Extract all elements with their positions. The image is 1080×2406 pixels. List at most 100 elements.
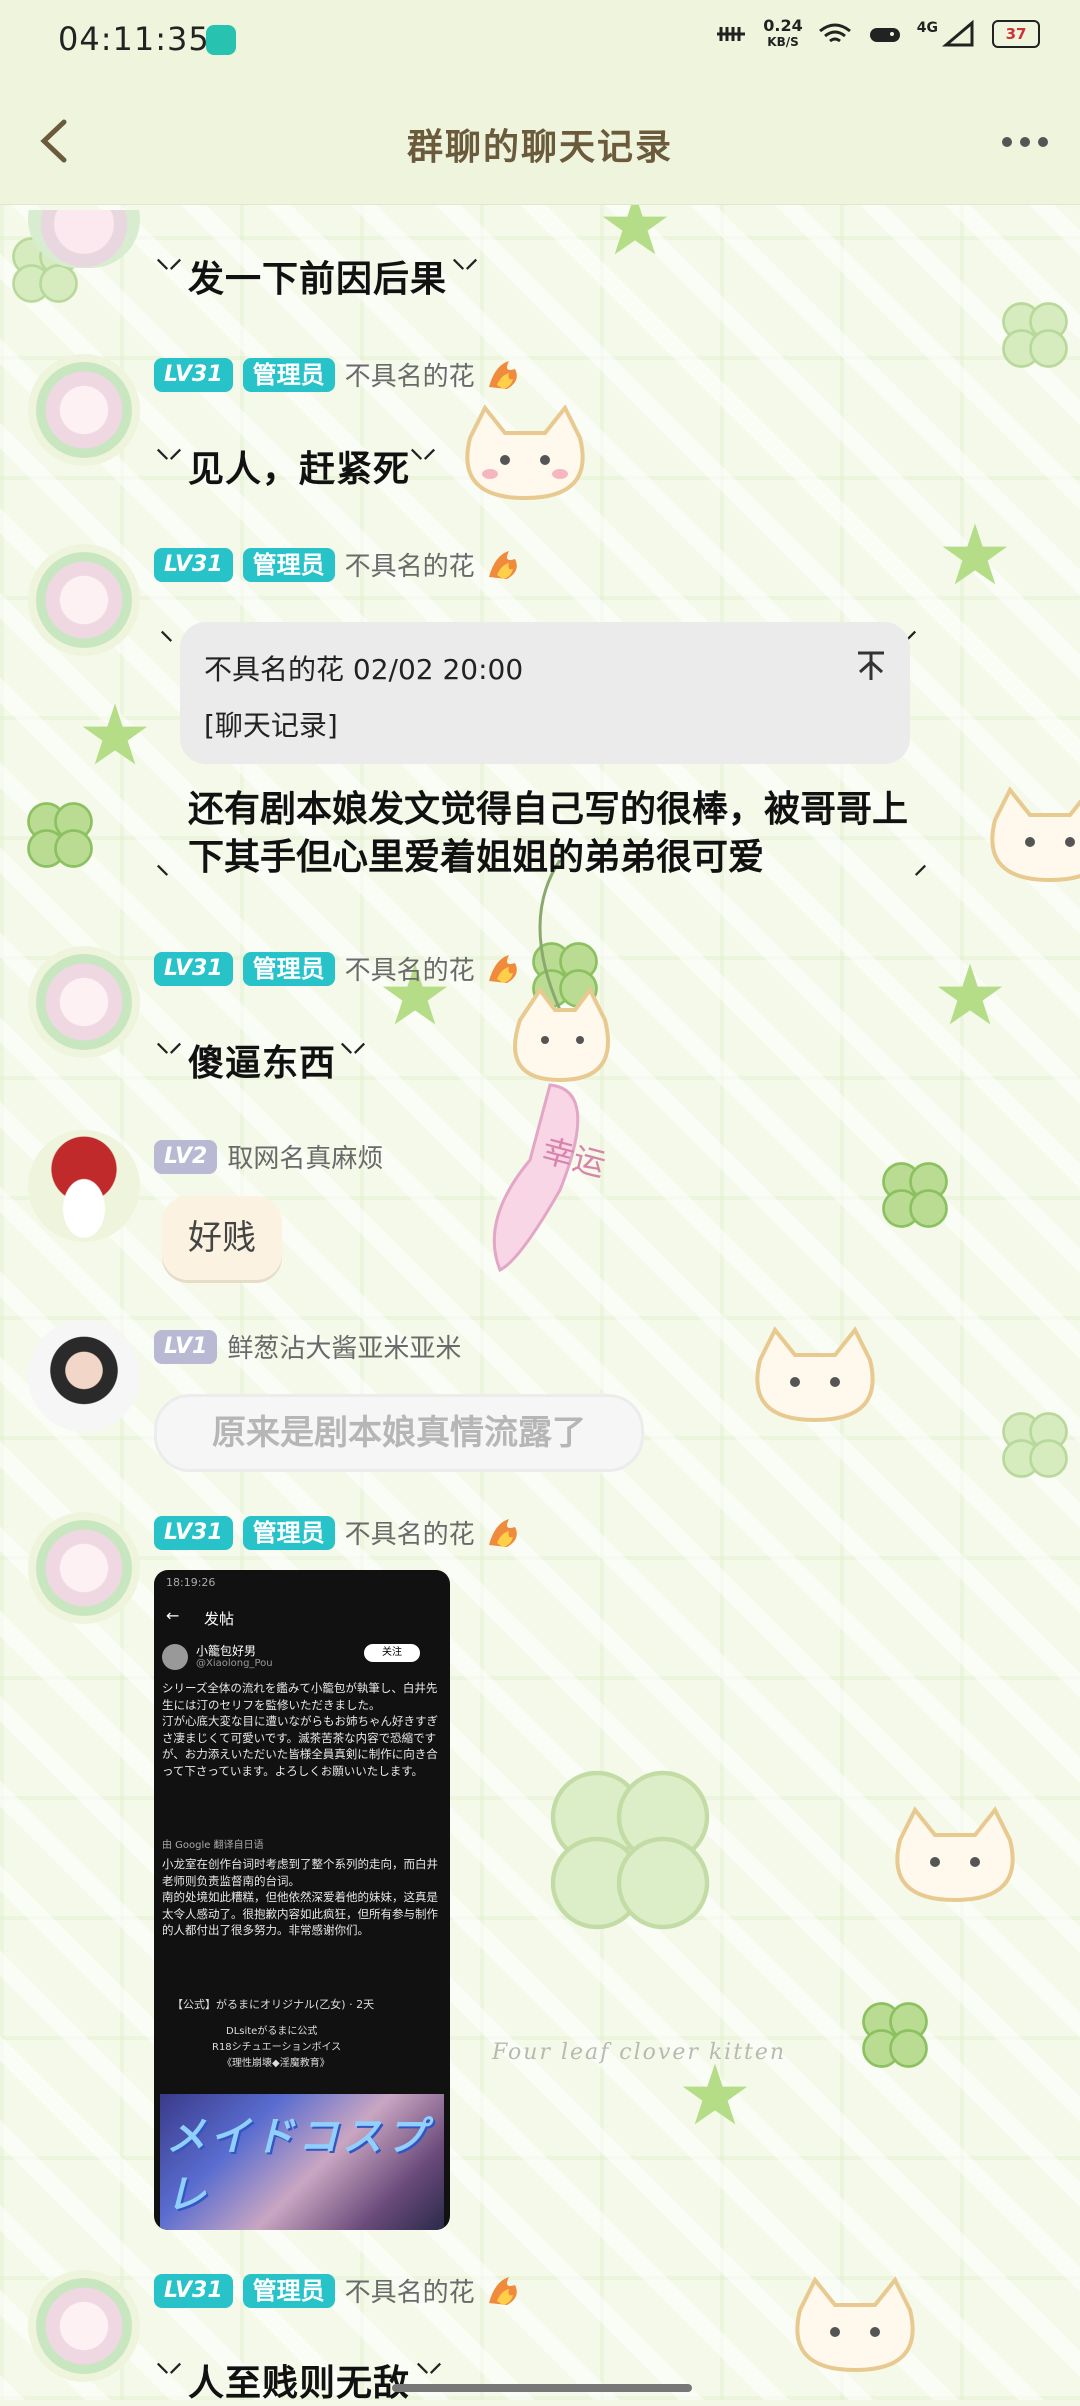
image-user-name: 小籠包好男 — [196, 1644, 257, 1658]
game-controller-icon — [869, 28, 900, 42]
message-meta: LV31 管理员 不具名的花 — [154, 2272, 525, 2309]
cat-decoration — [895, 1806, 1015, 1903]
level-badge: LV31 — [154, 951, 233, 986]
pin-icon[interactable] — [856, 650, 886, 682]
message-meta: LV2 取网名真麻烦 — [154, 1138, 383, 1175]
image-post-body-jp: シリーズ全体の流れを鑑みて小籠包が執筆し、白井先生には汀のセリフを監修いただきま… — [162, 1681, 438, 1778]
image-status-time: 18:19:26 — [166, 1576, 216, 1589]
role-badge: 管理员 — [242, 951, 335, 986]
message-meta: LV31 管理员 不具名的花 — [154, 1514, 525, 1551]
image-user-handle: @Xiaolong_Pou — [196, 1658, 273, 1669]
role-badge: 管理员 — [242, 1515, 335, 1550]
fire-badge-icon — [488, 360, 517, 389]
message-bubble[interactable]: 原来是剧本娘真情流露了 — [154, 1394, 644, 1472]
sender-name[interactable]: 不具名的花 — [345, 950, 475, 987]
message-meta: LV1 鲜葱沾大酱亚米亚米 — [154, 1328, 461, 1365]
avatar[interactable] — [28, 1320, 140, 1432]
message-meta: LV31 管理员 不具名的花 — [154, 950, 525, 987]
speed-value: 0.24 — [763, 16, 803, 35]
notification-app-icon — [206, 25, 236, 55]
image-message[interactable]: 18:19:26 ← 发帖 小籠包好男 @Xiaolong_Pou 关注 シリー… — [154, 1570, 450, 2230]
star-decoration — [942, 523, 1008, 585]
battery-indicator: 37 — [992, 20, 1040, 48]
bubble-left-ornament: ⸌⸍ — [156, 255, 183, 285]
message-text[interactable]: 发一下前因后果 — [188, 250, 447, 302]
level-badge: LV31 — [154, 357, 233, 392]
cat-decoration — [465, 404, 585, 501]
message-text[interactable]: 还有剧本娘发文觉得自己写的很棒，被哥哥上下其手但心里爱着姐姐的弟弟很可爱 — [188, 786, 908, 882]
avatar[interactable] — [28, 946, 140, 1058]
image-quoted-time: 2天 — [356, 1998, 375, 2011]
message-meta: LV31 管理员 不具名的花 — [154, 546, 525, 583]
message-text[interactable]: 人至贱则无敌 — [188, 2354, 410, 2406]
image-artwork-title: メイドコスプレ — [166, 2114, 430, 2218]
star-decoration — [82, 703, 148, 765]
bubble-left-ornament: ⸌ — [160, 627, 174, 657]
level-badge: LV1 — [154, 1329, 218, 1364]
fire-badge-icon — [488, 550, 517, 579]
image-back-icon: ← — [166, 1606, 180, 1625]
role-badge: 管理员 — [242, 357, 335, 392]
role-badge: 管理员 — [242, 547, 335, 582]
message-text[interactable]: 见人，赶紧死 — [188, 440, 410, 492]
clover-decoration — [1002, 302, 1068, 368]
avatar[interactable] — [28, 1512, 140, 1624]
bubble-left-ornament: ⸌ — [156, 861, 170, 891]
sender-name[interactable]: 不具名的花 — [345, 546, 475, 583]
fire-badge-icon — [488, 954, 517, 983]
avatar[interactable] — [28, 1130, 140, 1242]
bubble-left-ornament: ⸌⸍ — [156, 1039, 183, 1069]
message-text[interactable]: 傻逼东西 — [188, 1034, 336, 1086]
image-user-avatar — [162, 1644, 188, 1670]
bubble-left-ornament: ⸌⸍ — [156, 445, 183, 475]
quote-author: 不具名的花 02/02 20:00 — [204, 653, 524, 686]
message-meta: LV31 管理员 不具名的花 — [154, 356, 525, 393]
nfc-icon — [717, 27, 746, 41]
status-indicators: 0.24 KB/S 4G 37 — [713, 18, 1040, 50]
quote-body: [聊天记录] — [204, 709, 338, 742]
cell-signal-icon — [942, 19, 974, 47]
star-decoration — [682, 2063, 748, 2125]
image-quoted-line: 《理性崩壊◆淫魔教育》 — [222, 2058, 330, 2069]
bubble-right-ornament: ⸌⸍ — [452, 255, 479, 285]
avatar[interactable] — [28, 2270, 140, 2382]
level-badge: LV31 — [154, 1515, 233, 1550]
clover-decoration — [27, 802, 93, 868]
status-bar: 04:11:35 0.24 KB/S 4G 37 — [0, 0, 1080, 80]
clover-decoration — [1002, 1412, 1068, 1478]
quoted-message[interactable]: 不具名的花 02/02 20:00 [聊天记录] — [180, 622, 910, 764]
fire-badge-icon — [488, 1518, 517, 1547]
image-quoted-line: R18シチュエーションボイス — [212, 2042, 342, 2053]
image-translate-note: 由 Google 翻译自日语 — [162, 1840, 264, 1851]
background-watermark: Four leaf clover kitten — [492, 2040, 787, 2065]
sender-name[interactable]: 不具名的花 — [345, 2272, 475, 2309]
role-badge: 管理员 — [242, 2273, 335, 2308]
image-post-body-zh: 小龙室在创作台词时考虑到了整个系列的走向，而白井老师则负责监督南的台词。 南的处… — [162, 1857, 438, 1937]
more-dots-icon[interactable] — [1000, 132, 1050, 152]
sender-name[interactable]: 取网名真麻烦 — [227, 1138, 383, 1175]
cat-decoration — [795, 2276, 915, 2373]
network-type: 4G — [916, 20, 938, 36]
avatar[interactable] — [28, 354, 140, 466]
big-clover-decoration — [550, 1770, 710, 1930]
wifi-icon — [818, 23, 851, 43]
status-time: 04:11:35 — [58, 20, 210, 58]
home-indicator[interactable] — [392, 2384, 692, 2392]
cat-decoration — [990, 786, 1080, 883]
network-speed: 0.24 KB/S — [763, 18, 802, 50]
image-quoted-line: DLsiteがるまに公式 — [226, 2026, 318, 2037]
chat-header: 群聊的聊天记录 — [0, 80, 1080, 205]
sender-name[interactable]: 不具名的花 — [345, 356, 475, 393]
message-bubble[interactable]: 好贱 — [162, 1196, 282, 1280]
sender-name[interactable]: 鲜葱沾大酱亚米亚米 — [227, 1328, 461, 1365]
lucky-charm-decoration: 幸运 — [492, 860, 610, 1273]
bubble-left-ornament: ⸌⸍ — [156, 2359, 183, 2389]
image-quoted-account: 【公式】がるまにオリジナル(乙女) · 2天 — [172, 1998, 375, 2011]
star-decoration — [937, 963, 1003, 1025]
bubble-right-ornament: ⸌⸍ — [410, 445, 437, 475]
clover-decoration — [882, 1162, 948, 1228]
avatar[interactable] — [28, 544, 140, 656]
level-badge: LV31 — [154, 547, 233, 582]
sender-name[interactable]: 不具名的花 — [345, 1514, 475, 1551]
clover-decoration — [862, 2002, 928, 2068]
